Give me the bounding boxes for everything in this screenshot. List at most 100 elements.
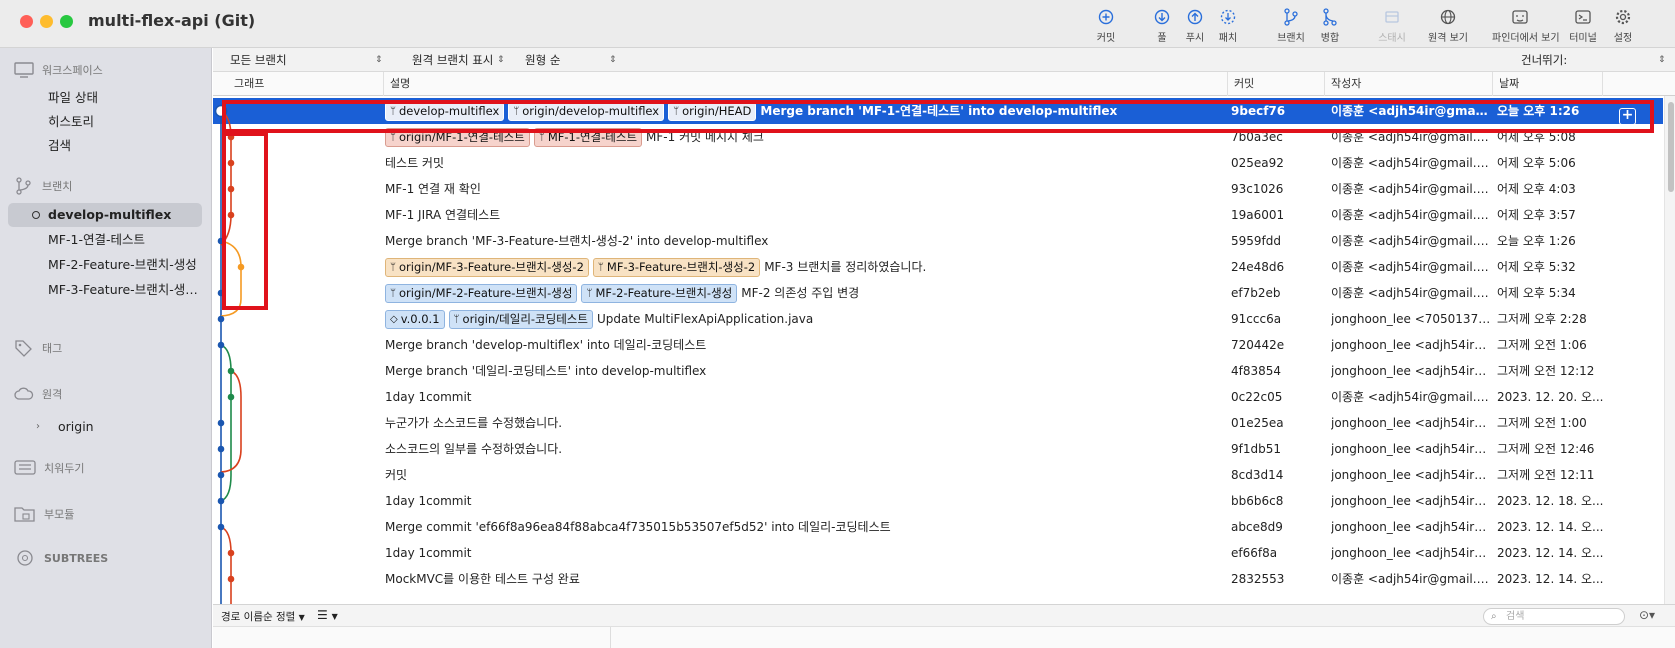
disclosure-chevron-icon[interactable]: › [36, 415, 40, 439]
commit-node[interactable] [217, 341, 225, 349]
sort-by-path-select[interactable]: 경로 이름순 정렬 ▼ [221, 609, 305, 624]
commit-node[interactable] [227, 575, 235, 583]
commit-author: 이종훈 <adjh54ir@gmail.co... [1331, 156, 1491, 170]
commit-node[interactable] [217, 497, 225, 505]
commit-node[interactable] [227, 367, 235, 375]
remote-branch-select[interactable]: 원격 브랜치 표시 ⇕ [412, 48, 510, 72]
order-select[interactable]: 원형 순 ⇕ [525, 48, 623, 72]
commit-node[interactable] [217, 445, 225, 453]
sidebar-header-remotes[interactable]: 원격 [14, 384, 62, 404]
branch-label[interactable]: ᛘ origin/MF-1-연결-테스트 [385, 127, 530, 147]
branch-label[interactable]: ᛘ MF-3-Feature-브랜치-생성-2 [592, 257, 761, 277]
branch-label[interactable]: ᛘ MF-2-Feature-브랜치-생성 [581, 283, 738, 303]
sidebar-item-search[interactable]: 검색 [8, 134, 202, 158]
column-description[interactable]: 설명 [383, 72, 1227, 96]
toolbar-button-5[interactable]: 병합 [1302, 6, 1358, 46]
commit-row[interactable]: Merge branch 'develop-multiflex' into 데일… [213, 332, 1663, 358]
finder-icon [1512, 10, 1528, 24]
close-window-button[interactable] [20, 15, 33, 28]
commit-node[interactable] [227, 185, 235, 193]
app-window: multi-flex-api (Git) 커밋 풀 푸시 패치 브랜치 병합 스태시 원격 보… [0, 0, 1675, 648]
commit-node[interactable] [227, 211, 235, 219]
branch-label[interactable]: ᛘ origin/데일리-코딩테스트 [448, 309, 593, 329]
commit-row[interactable]: ◇ v.0.0.1 ᛘ origin/데일리-코딩테스트 Update MultiFle… [213, 306, 1663, 332]
commit-node[interactable] [227, 133, 235, 141]
commit-row[interactable]: MF-1 JIRA 연결테스트 19a6001 이종훈 <adjh54ir@gmai… [213, 202, 1663, 228]
commit-row[interactable]: 테스트 커밋 025ea92 이종훈 <adjh54ir@gmail.co... 어제… [213, 150, 1663, 176]
toolbar-button-0[interactable]: 커밋 [1078, 6, 1134, 46]
column-graph[interactable]: 그래프 [213, 72, 383, 96]
column-date[interactable]: 날짜 [1492, 72, 1602, 96]
vertical-scrollbar[interactable] [1664, 96, 1675, 648]
jump-to-select[interactable]: 건너뛰기: ⇕ [1521, 48, 1671, 72]
toolbar-button-10[interactable]: 설정 [1595, 6, 1651, 46]
commit-node[interactable] [217, 523, 225, 531]
commit-node[interactable] [227, 549, 235, 557]
sidebar-item-mf1[interactable]: MF-1-연결-테스트 [8, 228, 202, 252]
zoom-window-button[interactable] [60, 15, 73, 28]
commit-row[interactable]: ᛘ origin/MF-3-Feature-브랜치-생성-2 ᛘ MF-3-Featu… [213, 254, 1663, 280]
commit-row[interactable]: Merge branch '데일리-코딩테스트' into develop-mu… [213, 358, 1663, 384]
commit-row[interactable]: 커밋 8cd3d14 jonghoon_lee <adjh54ir@... 그저께 오… [213, 462, 1663, 488]
branch-label[interactable]: ᛘ origin/MF-2-Feature-브랜치-생성 [385, 283, 578, 303]
commit-row[interactable]: 1day 1commit ef66f8a jonghoon_lee <adjh54i… [213, 540, 1663, 566]
sidebar-header-tags[interactable]: 태그 [14, 338, 62, 358]
branch-label[interactable]: ᛘ origin/MF-3-Feature-브랜치-생성-2 [385, 257, 589, 277]
commit-node[interactable] [217, 237, 225, 245]
sidebar-item-history[interactable]: 히스토리 [8, 110, 202, 134]
branch-filter-select[interactable]: 모든 브랜치 ⇕ [230, 48, 388, 72]
pane-divider[interactable] [610, 627, 611, 648]
commit-row[interactable]: 소스코드의 일부를 수정하였습니다. 9f1db51 jonghoon_lee <a… [213, 436, 1663, 462]
commit-row[interactable]: 1day 1commit 0c22c05 이종훈 <adjh54ir@gmail.c… [213, 384, 1663, 410]
commit-node[interactable] [217, 471, 225, 479]
commit-node[interactable] [227, 159, 235, 167]
minimize-window-button[interactable] [40, 15, 53, 28]
sidebar-header-submodules[interactable]: 부모듈 [14, 504, 74, 524]
sidebar-item-mf3[interactable]: MF-3-Feature-브랜치-생성-2 [8, 278, 202, 302]
branch-label[interactable]: ᛘ MF-1-연결-테스트 [533, 127, 643, 147]
sidebar-header-stashes[interactable]: 치워두기 [14, 458, 84, 478]
sidebar: 워크스페이스 파일 상태 히스토리 검색 브랜치 develop-multifl… [0, 48, 212, 648]
commit-row[interactable]: MockMVC를 이용한 테스트 구성 완료 2832553 이종훈 <adjh54… [213, 566, 1663, 592]
chevron-down-icon: ▼ [298, 613, 305, 622]
sidebar-item-mf2[interactable]: MF-2-Feature-브랜치-생성 [8, 253, 202, 277]
commit-node[interactable] [227, 393, 235, 401]
tag-label[interactable]: ◇ v.0.0.1 [385, 309, 445, 329]
commit-message: MF-1 커밋 메시지 체크 [646, 130, 764, 144]
branch-label[interactable]: ᛘ origin/HEAD [668, 101, 757, 121]
column-author[interactable]: 작성자 [1324, 72, 1492, 96]
add-button[interactable]: + [1619, 108, 1636, 125]
commit-node[interactable] [217, 419, 225, 427]
commit-message: 1day 1commit [385, 546, 472, 560]
toolbar-button-3[interactable]: 패치 [1200, 6, 1256, 46]
sidebar-item-file-status[interactable]: 파일 상태 [8, 86, 202, 110]
commit-row[interactable]: 1day 1commit bb6b6c8 jonghoon_lee <adjh54i… [213, 488, 1663, 514]
sidebar-item-develop-multiflex[interactable]: develop-multiflex [8, 203, 202, 227]
branch-label[interactable]: ᛘ origin/develop-multiflex [508, 101, 665, 121]
commit-row[interactable]: MF-1 연결 재 확인 93c1026 이종훈 <adjh54ir@gmail.c… [213, 176, 1663, 202]
file-search-input[interactable]: ⌕ 검색 [1483, 608, 1625, 625]
selected-commit-node[interactable] [214, 104, 228, 118]
list-view-menu-icon[interactable]: ☰ ▼ [317, 608, 338, 622]
commit-row[interactable]: ᛘ origin/MF-1-연결-테스트 ᛘ MF-1-연결-테스트 MF-1 커밋 메… [213, 124, 1663, 150]
column-commit[interactable]: 커밋 [1227, 72, 1324, 96]
branch-label[interactable]: ᛘ develop-multiflex [385, 101, 505, 121]
toolbar-button-7[interactable]: 원격 보기 [1420, 6, 1476, 46]
commit-hash: 2832553 [1231, 572, 1285, 586]
more-options-icon[interactable]: ⊙▾ [1639, 608, 1655, 622]
scrollbar-thumb[interactable] [1668, 102, 1674, 192]
commit-row[interactable]: Merge commit 'ef66f8a96ea84f88abca4f7350… [213, 514, 1663, 540]
commit-row[interactable]: ᛘ origin/MF-2-Feature-브랜치-생성 ᛘ MF-2-Feature… [213, 280, 1663, 306]
commit-node[interactable] [217, 315, 225, 323]
commit-node[interactable] [217, 289, 225, 297]
commit-message: Merge branch 'MF-3-Feature-브랜치-생성-2' int… [385, 234, 769, 248]
sidebar-item-origin[interactable]: › origin [8, 415, 202, 439]
sidebar-header-subtrees[interactable]: SUBTREES [14, 548, 108, 568]
commit-row[interactable]: 누군가가 소스코드를 수정했습니다. 01e25ea jonghoon_lee <a… [213, 410, 1663, 436]
toolbar-button-label: 병합 [1320, 33, 1340, 44]
commit-author: jonghoon_lee <adjh54ir@... [1331, 442, 1491, 456]
commit-node[interactable] [237, 263, 245, 271]
commit-row[interactable]: Merge branch 'MF-3-Feature-브랜치-생성-2' int… [213, 228, 1663, 254]
commit-row[interactable]: ᛘ develop-multiflex ᛘ origin/develop-multif… [213, 98, 1663, 124]
toolbar-button-8[interactable]: 파인더에서 보기 [1492, 6, 1560, 46]
